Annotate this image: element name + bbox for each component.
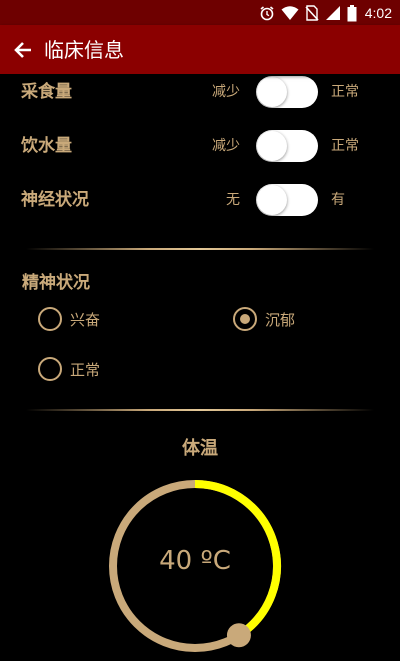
wifi-icon [281, 5, 299, 21]
radio-label: 沉郁 [265, 310, 296, 329]
status-icons: 4:02 [259, 3, 392, 23]
feed-intake-switch[interactable] [256, 76, 318, 108]
nervous-switch[interactable] [256, 184, 318, 216]
toggle-off-label: 减少 [212, 84, 240, 100]
toggle-label: 采食量 [21, 82, 72, 102]
toggle-on-label: 有 [331, 192, 345, 208]
status-time: 4:02 [364, 5, 392, 21]
radio-depressed[interactable]: 沉郁 [233, 307, 295, 331]
divider [26, 409, 374, 411]
toggle-label: 神经状况 [21, 190, 89, 210]
radio-normal[interactable]: 正常 [38, 357, 100, 381]
toggle-on-label: 正常 [331, 138, 359, 154]
arrow-left-icon[interactable] [12, 39, 34, 61]
toggle-label: 饮水量 [21, 136, 72, 156]
radio-button-excited[interactable] [38, 307, 62, 331]
temperature-title: 体温 [182, 438, 218, 459]
toggle-off-label: 无 [226, 192, 240, 208]
switch-knob [257, 131, 287, 161]
divider [26, 248, 374, 250]
toggle-on-label: 正常 [331, 84, 359, 100]
water-intake-switch[interactable] [256, 130, 318, 162]
content: 采食量 减少 正常 饮水量 减少 正常 神经状况 无 有 精神状况 兴奋 沉郁 … [0, 74, 400, 661]
radio-button-depressed[interactable] [233, 307, 257, 331]
alarm-icon [259, 5, 275, 21]
status-bar: 4:02 [0, 0, 400, 25]
app-bar: 临床信息 [0, 25, 400, 74]
no-sim-icon [305, 5, 319, 21]
switch-knob [257, 77, 287, 107]
toggle-row-feed-intake: 采食量 减少 正常 [0, 74, 400, 114]
temperature-value: 40 ºC [159, 546, 231, 576]
radio-excited[interactable]: 兴奋 [38, 307, 100, 331]
radio-label: 正常 [70, 360, 101, 379]
gauge-handle[interactable] [226, 623, 251, 648]
toggle-row-water-intake: 饮水量 减少 正常 [0, 124, 400, 168]
page-title: 临床信息 [44, 38, 124, 62]
battery-icon [347, 4, 357, 22]
signal-icon [325, 5, 341, 21]
radio-label: 兴奋 [70, 310, 101, 329]
switch-knob [257, 185, 287, 215]
toggle-off-label: 减少 [212, 138, 240, 154]
toggle-row-nervous: 神经状况 无 有 [0, 178, 400, 222]
radio-button-normal[interactable] [38, 357, 62, 381]
mental-state-title: 精神状况 [22, 273, 90, 293]
